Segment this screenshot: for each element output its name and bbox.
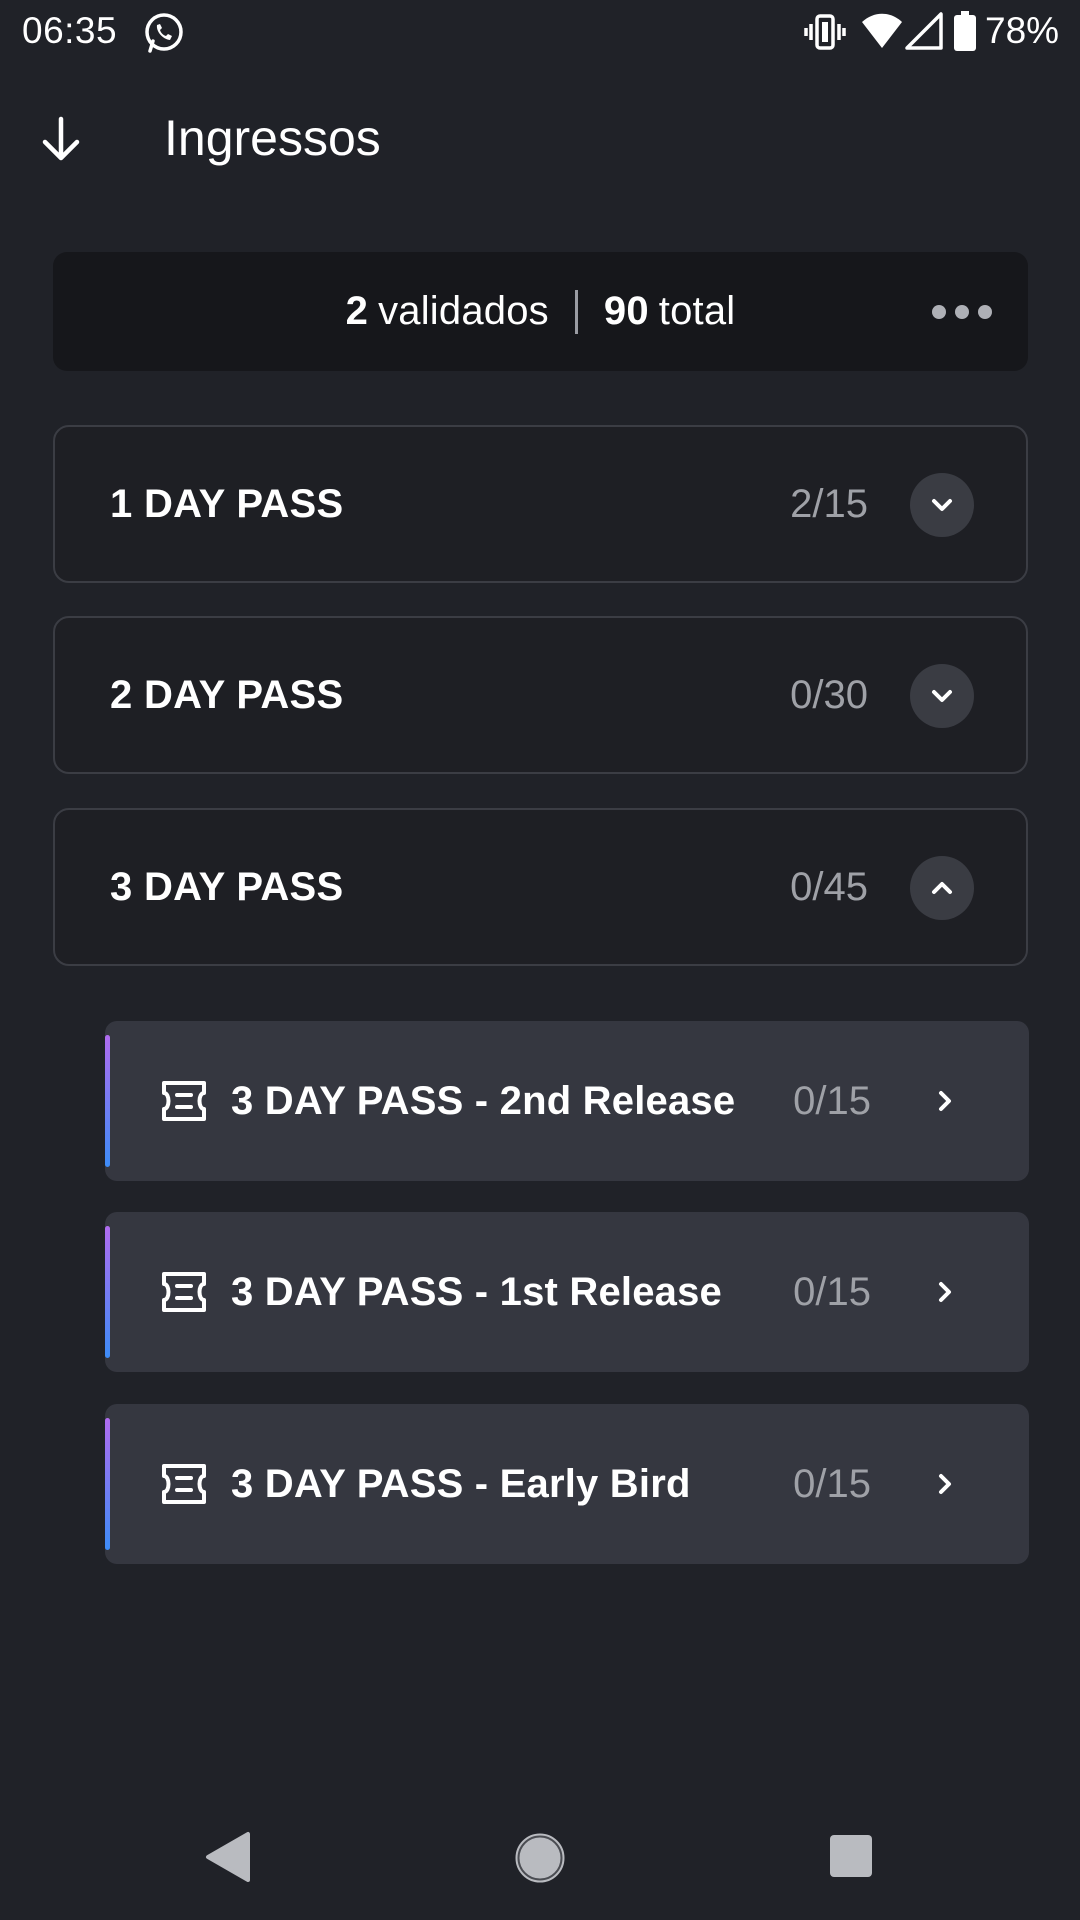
chevron-right-icon	[927, 1083, 963, 1119]
pass-group-count: 0/30	[790, 673, 868, 717]
battery-percentage: 78%	[985, 10, 1060, 51]
total-count: 90	[603, 289, 649, 333]
status-time: 06:35	[22, 10, 118, 51]
whatsapp-icon	[145, 13, 183, 53]
nav-recents-icon[interactable]	[830, 1835, 872, 1877]
chevron-right-icon	[927, 1466, 963, 1502]
release-accent-bar	[105, 1418, 110, 1550]
system-nav-bar	[0, 1800, 1080, 1920]
release-name: 3 DAY PASS - 2nd Release	[231, 1079, 736, 1123]
pass-group-1-day[interactable]: 1 DAY PASS 2/15	[53, 425, 1028, 583]
more-dot	[932, 305, 946, 319]
nav-back-icon[interactable]	[202, 1830, 252, 1884]
release-count: 0/15	[793, 1079, 871, 1123]
back-button[interactable]	[30, 108, 92, 170]
status-bar: 06:35 78%	[0, 0, 1080, 66]
release-item-2nd-release[interactable]: 3 DAY PASS - 2nd Release 0/15	[105, 1021, 1029, 1181]
expand-button[interactable]	[910, 664, 974, 728]
pass-group-name: 1 DAY PASS	[110, 482, 344, 526]
release-item-1st-release[interactable]: 3 DAY PASS - 1st Release 0/15	[105, 1212, 1029, 1372]
pass-group-name: 3 DAY PASS	[110, 865, 344, 909]
battery-icon	[954, 11, 976, 51]
pass-group-count: 0/45	[790, 865, 868, 909]
release-accent-bar	[105, 1226, 110, 1358]
signal-icon	[905, 12, 943, 50]
summary-card: 2 validados 90 total	[53, 252, 1028, 371]
arrow-down-icon	[42, 116, 80, 161]
pass-group-3-day[interactable]: 3 DAY PASS 0/45	[53, 808, 1028, 966]
screen: 06:35 78% Ingressos 2 validados 90 total…	[0, 0, 1080, 1920]
vibrate-icon	[804, 14, 846, 50]
validated-label: validados	[378, 289, 549, 333]
release-count: 0/15	[793, 1462, 871, 1506]
summary-divider	[574, 289, 578, 334]
chevron-right-icon	[927, 1274, 963, 1310]
chevron-down-icon	[932, 690, 952, 702]
pass-group-name: 2 DAY PASS	[110, 673, 344, 717]
page-title: Ingressos	[164, 110, 381, 166]
expand-button[interactable]	[910, 473, 974, 537]
release-accent-bar	[105, 1035, 110, 1167]
more-dot	[955, 305, 969, 319]
collapse-button[interactable]	[910, 856, 974, 920]
pass-group-count: 2/15	[790, 482, 868, 526]
ticket-icon	[162, 1081, 206, 1121]
more-options-button[interactable]	[926, 292, 998, 332]
ticket-icon	[162, 1272, 206, 1312]
release-name: 3 DAY PASS - Early Bird	[231, 1462, 691, 1506]
pass-group-2-day[interactable]: 2 DAY PASS 0/30	[53, 616, 1028, 774]
nav-home-icon[interactable]	[514, 1832, 566, 1884]
release-count: 0/15	[793, 1270, 871, 1314]
chevron-up-icon	[932, 882, 952, 894]
app-bar: Ingressos	[0, 90, 1080, 186]
summary-text: 2 validados 90 total	[53, 252, 1028, 371]
total-label: total	[658, 289, 736, 333]
validated-count: 2	[345, 289, 369, 333]
ticket-icon	[162, 1464, 206, 1504]
release-item-early-bird[interactable]: 3 DAY PASS - Early Bird 0/15	[105, 1404, 1029, 1564]
chevron-down-icon	[932, 499, 952, 511]
more-dot	[978, 305, 992, 319]
release-name: 3 DAY PASS - 1st Release	[231, 1270, 722, 1314]
wifi-icon	[862, 13, 902, 48]
